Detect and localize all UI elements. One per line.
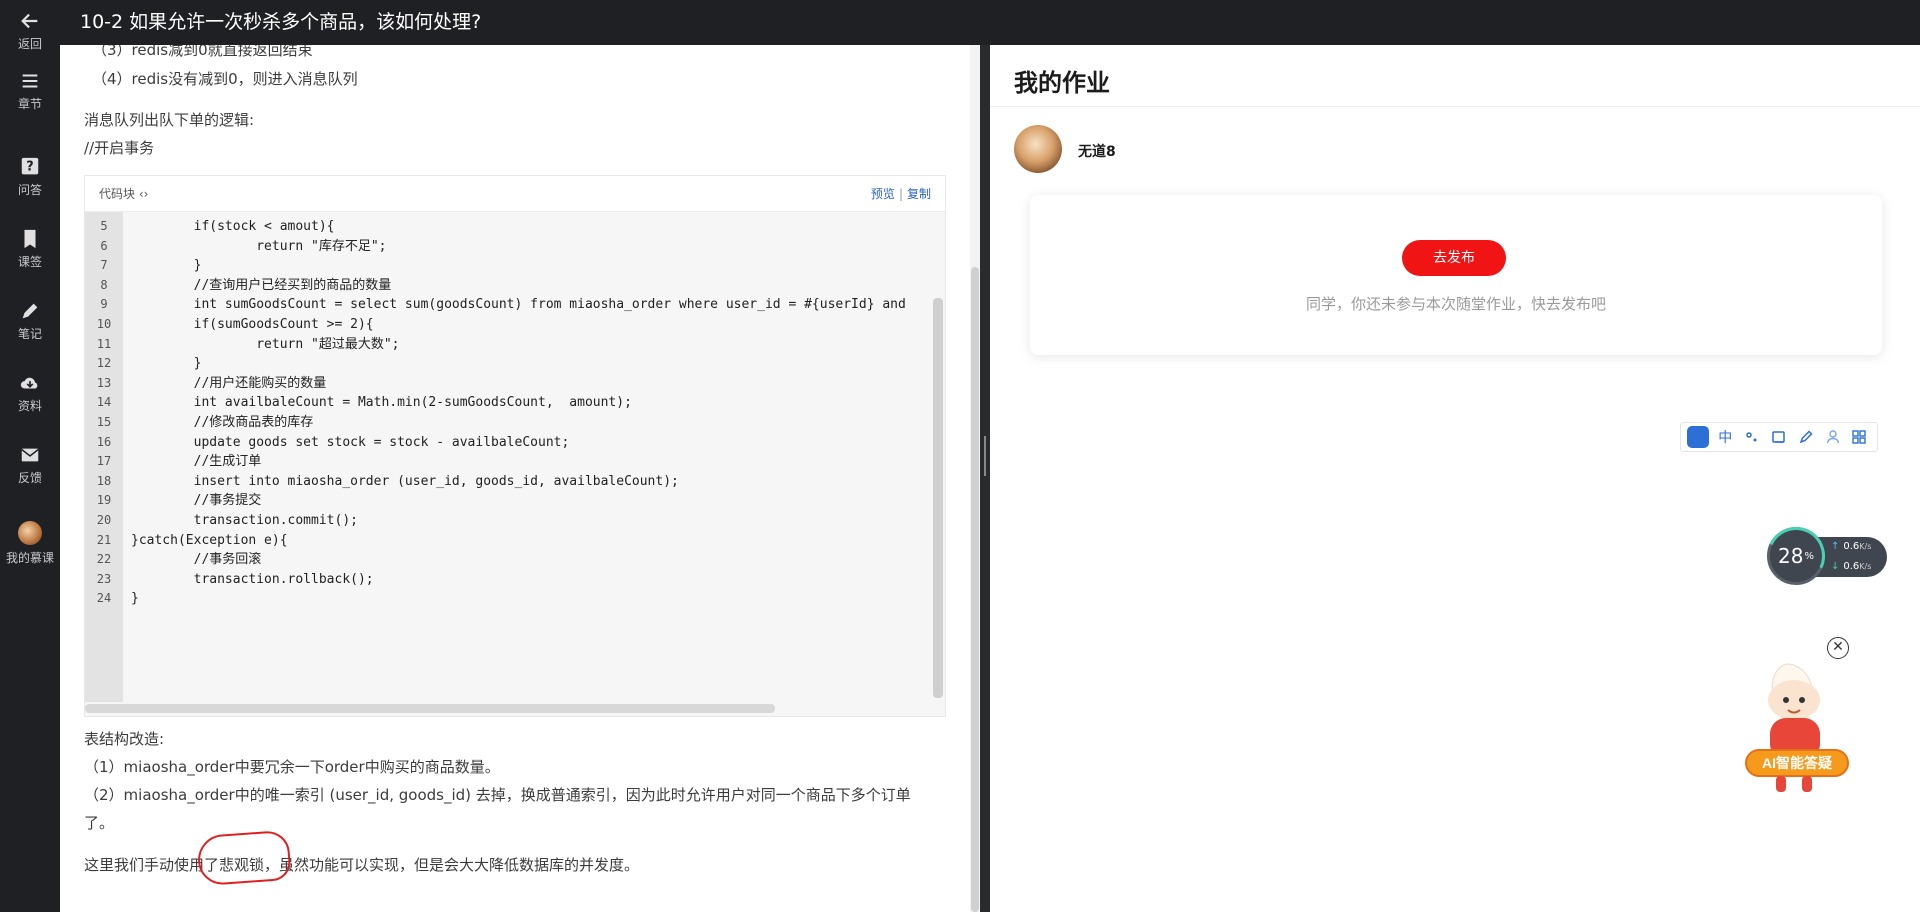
nav-back-label: 返回 [17,37,42,51]
user-icon[interactable] [1822,426,1844,448]
nav-qa-label: 问答 [17,183,42,197]
punctuation-icon[interactable] [1741,426,1763,448]
nav-qa[interactable]: ? 问答 [0,149,60,205]
divider [990,106,1920,107]
grid-icon[interactable] [1848,426,1870,448]
usage-arc [1758,518,1834,594]
red-annotation-circle [196,829,292,887]
nav-my-course[interactable]: 我的慕课 [0,515,60,571]
divider-grip-icon[interactable] [984,436,986,476]
upload-speed: 0.6 [1843,541,1860,552]
copy-link[interactable]: 复制 [907,187,931,201]
line-number: 24 [96,591,112,606]
speed-unit: K/s [1859,562,1872,571]
question-icon: ? [21,157,39,175]
preview-link[interactable]: 预览 [871,187,895,201]
avatar[interactable] [1014,125,1062,173]
nav-feedback-label: 反馈 [17,471,42,485]
nav-chapters[interactable]: 章节 [0,63,60,119]
baidu-toolbar: du 中 [1680,422,1878,452]
lesson-title: 10-2 如果允许一次秒杀多个商品，该如何处理? [60,0,1920,45]
upload-arrow-icon: ↑ [1831,541,1840,552]
homework-card: 去发布 同学，你还未参与本次随堂作业，快去发布吧 [1030,195,1882,355]
keyboard-icon[interactable] [1768,426,1790,448]
close-icon[interactable]: ✕ [1827,637,1849,659]
nav-back[interactable]: 返回 [0,3,60,59]
paragraph: 这里我们手动使用了悲观锁，虽然功能可以实现，但是会大大降低数据库的并发度。 [84,856,640,874]
download-speed: 0.6 [1843,561,1860,572]
nav-chapters-label: 章节 [17,97,42,111]
code-vertical-scrollbar[interactable] [933,298,943,698]
nav-notes[interactable]: 笔记 [0,293,60,349]
menu-icon [22,74,38,88]
homework-title: 我的作业 [1014,69,1110,97]
mail-icon [21,448,39,462]
network-speed-widget[interactable]: 28% ↑ 0.6K/s ↓ 0.6K/s [1758,518,1887,594]
paragraph: 消息队列出队下单的逻辑: [84,111,255,129]
code-block-header: 代码块 ‹› 预览 | 复制 [85,176,945,212]
paragraph: //开启事务 [84,139,155,157]
nav-materials[interactable]: 资料 [0,365,60,421]
homework-hint: 同学，你还未参与本次随堂作业，快去发布吧 [1305,295,1606,313]
nav-feedback[interactable]: 反馈 [0,437,60,493]
username: 无道8 [1078,144,1116,160]
paragraph: （4）redis没有减到0，则进入消息队列 [92,70,358,88]
ai-assistant-mascot[interactable]: AI智能答疑 [1742,660,1854,796]
paragraph: 表结构改造: [84,730,165,748]
bookmark-icon [24,229,36,249]
speed-unit: K/s [1859,542,1872,551]
code-block-label: 代码块 ‹› [99,187,149,201]
article-scrollbar[interactable] [971,267,979,912]
paragraph: （1）miaosha_order中要冗余一下order中购买的商品数量。 [84,758,500,776]
nav-bookmarks[interactable]: 课签 [0,221,60,277]
ai-assistant-label: AI智能答疑 [1762,755,1832,771]
cloud-download-icon [20,377,38,389]
paragraph: （3）redis减到0就直接返回结束 [92,45,313,59]
code-line: 24} [85,586,935,610]
download-arrow-icon: ↓ [1831,561,1840,572]
code-body[interactable]: 5 if(stock < amout){6 return "库存不足"; 7 } 8… [85,212,945,717]
article-panel: （3）redis减到0就直接返回结束 （4）redis没有减到0，则进入消息队列… [60,45,980,912]
code-horizontal-scrollbar[interactable] [85,704,775,713]
left-nav: 返回 章节 ? 问答 课签 笔记 资料 反馈 我的慕课 [0,0,60,912]
avatar [18,520,42,545]
chinese-input-icon[interactable]: 中 [1714,426,1736,448]
code-block: 代码块 ‹› 预览 | 复制 5 if(stock < amout){6 retur… [84,175,946,717]
nav-notes-label: 笔记 [17,327,42,341]
panel-divider[interactable] [980,45,990,912]
publish-button[interactable]: 去发布 [1402,240,1506,276]
pencil-icon [22,303,38,319]
handwrite-icon[interactable] [1795,426,1817,448]
svg-text:?: ? [26,160,33,175]
nav-bookmarks-label: 课签 [17,255,42,269]
arrow-left-icon [21,13,38,29]
paragraph: （2）miaosha_order中的唯一索引 (user_id, goods_i… [84,786,911,804]
nav-materials-label: 资料 [17,399,42,413]
baidu-du-icon[interactable]: du [1687,426,1710,448]
nav-my-course-label: 我的慕课 [5,550,54,565]
paragraph: 了。 [84,814,115,832]
separator: | [898,187,903,201]
code-text: } [131,591,139,607]
